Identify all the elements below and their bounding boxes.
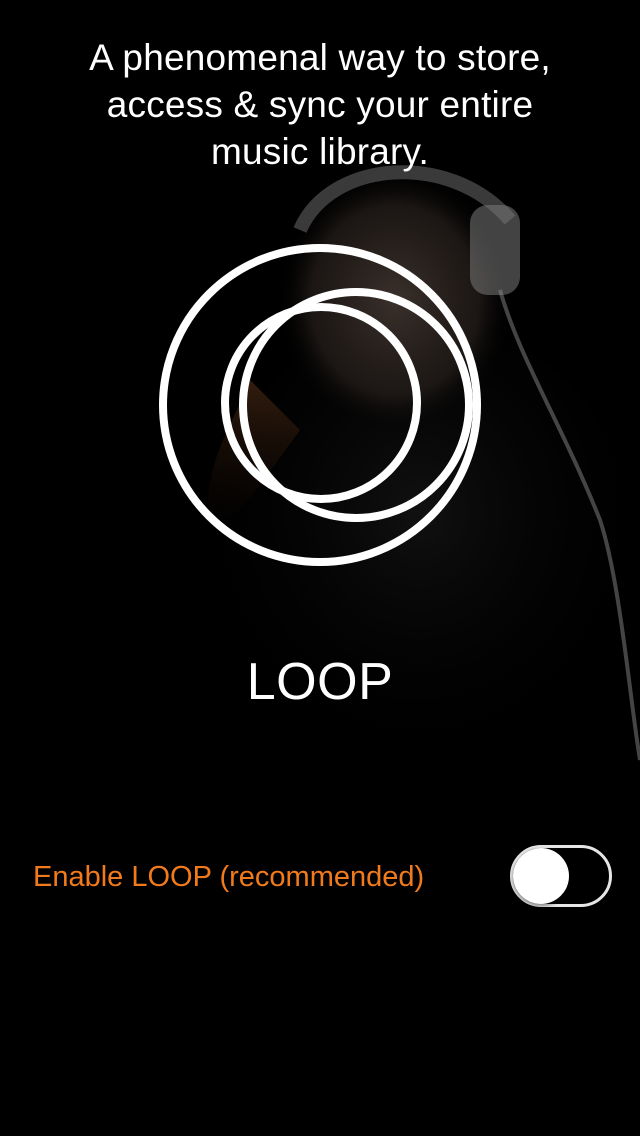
toggle-knob[interactable] bbox=[513, 848, 569, 904]
intro-headline: A phenomenal way to store, access & sync… bbox=[20, 34, 620, 175]
headline-line-1: A phenomenal way to store, bbox=[89, 37, 551, 78]
onboarding-screen: A phenomenal way to store, access & sync… bbox=[0, 0, 640, 1136]
headline-line-2: access & sync your entire bbox=[106, 84, 534, 125]
enable-loop-row: Enable LOOP (recommended) bbox=[0, 840, 640, 916]
loop-rings-icon bbox=[159, 244, 481, 566]
headline-line-3: music library. bbox=[211, 131, 429, 172]
enable-loop-toggle[interactable] bbox=[510, 845, 612, 907]
enable-loop-label: Enable LOOP (recommended) bbox=[33, 861, 425, 893]
brand-name: LOOP bbox=[246, 653, 394, 711]
